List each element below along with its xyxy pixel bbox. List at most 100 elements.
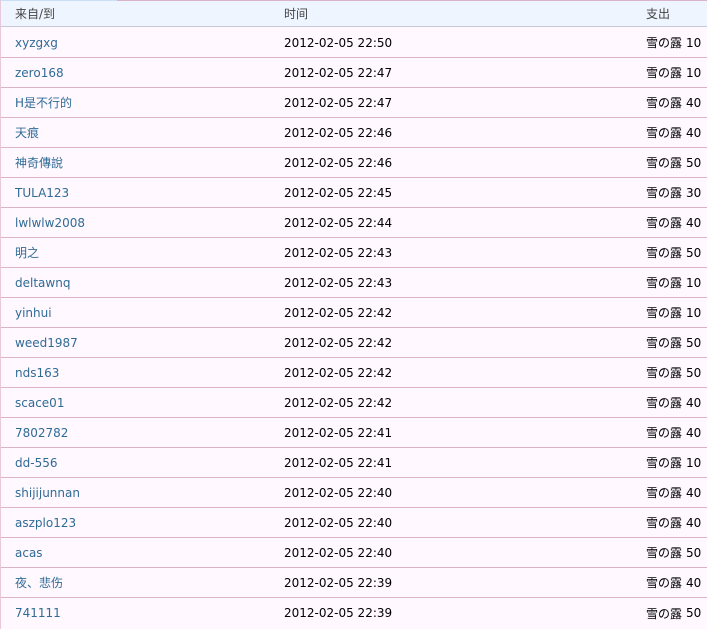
table-row: TULA123 2012-02-05 22:45 雪の露 30 (1, 178, 707, 208)
row-from[interactable]: aszplo123 (15, 508, 76, 537)
table-row: aszplo123 2012-02-05 22:40 雪の露 40 (1, 508, 707, 538)
row-from[interactable]: weed1987 (15, 328, 78, 357)
user-link[interactable]: acas (15, 546, 43, 560)
row-from[interactable]: 明之 (15, 238, 39, 267)
table-row: deltawnq 2012-02-05 22:43 雪の露 10 (1, 268, 707, 298)
row-time: 2012-02-05 22:47 (284, 95, 393, 110)
user-link[interactable]: 夜、悲伤 (15, 574, 63, 591)
row-from[interactable]: TULA123 (15, 178, 69, 207)
row-time: 2012-02-05 22:39 (284, 606, 393, 620)
row-time: 2012-02-05 22:46 (284, 125, 393, 140)
user-link[interactable]: yinhui (15, 306, 52, 320)
row-out: 雪の露 10 (646, 455, 702, 471)
user-link[interactable]: TULA123 (15, 186, 69, 200)
table-header: 来自/到 时间 支出 (1, 1, 707, 27)
table-row: 明之 2012-02-05 22:43 雪の露 50 (1, 238, 707, 268)
row-from[interactable]: 天痕 (15, 118, 39, 147)
row-time: 2012-02-05 22:44 (284, 215, 393, 230)
row-out: 雪の露 50 (646, 245, 702, 261)
user-link[interactable]: scace01 (15, 396, 64, 410)
transaction-list: 来自/到 时间 支出 xyzgxg 2012-02-05 22:50 雪の露 10… (0, 0, 707, 629)
user-link[interactable]: zero168 (15, 66, 64, 80)
table-row: yinhui 2012-02-05 22:42 雪の露 10 (1, 298, 707, 328)
row-time: 2012-02-05 22:43 (284, 275, 393, 290)
row-from[interactable]: xyzgxg (15, 28, 58, 57)
row-from[interactable]: scace01 (15, 388, 64, 417)
row-from[interactable]: 夜、悲伤 (15, 568, 63, 597)
row-time: 2012-02-05 22:41 (284, 425, 393, 440)
header-from: 来自/到 (15, 7, 56, 21)
row-from[interactable]: zero168 (15, 58, 64, 87)
user-link[interactable]: 7802782 (15, 426, 68, 440)
header-time: 时间 (284, 7, 309, 21)
row-out: 雪の露 40 (646, 485, 702, 501)
row-out: 雪の露 40 (646, 425, 702, 441)
table-row: weed1987 2012-02-05 22:42 雪の露 50 (1, 328, 707, 358)
row-time: 2012-02-05 22:42 (284, 395, 393, 410)
table-row: 神奇傳說 2012-02-05 22:46 雪の露 50 (1, 148, 707, 178)
row-out: 雪の露 10 (646, 275, 702, 291)
table-row: nds163 2012-02-05 22:42 雪の露 50 (1, 358, 707, 388)
row-time: 2012-02-05 22:46 (284, 155, 393, 170)
row-out: 雪の露 40 (646, 125, 702, 141)
table-row: 7802782 2012-02-05 22:41 雪の露 40 (1, 418, 707, 448)
table-row: shijijunnan 2012-02-05 22:40 雪の露 40 (1, 478, 707, 508)
user-link[interactable]: 神奇傳說 (15, 154, 63, 171)
row-from[interactable]: 7802782 (15, 418, 68, 447)
row-from[interactable]: shijijunnan (15, 478, 80, 507)
row-out: 雪の露 50 (646, 155, 702, 171)
table-row: 741111 2012-02-05 22:39 雪の露 50 (1, 598, 707, 628)
row-from[interactable]: yinhui (15, 298, 52, 327)
row-out: 雪の露 10 (646, 305, 702, 321)
user-link[interactable]: dd-556 (15, 456, 57, 470)
row-time: 2012-02-05 22:42 (284, 335, 393, 350)
user-link[interactable]: 明之 (15, 244, 39, 261)
table-row: H是不行的 2012-02-05 22:47 雪の露 40 (1, 88, 707, 118)
user-link[interactable]: 741111 (15, 606, 61, 620)
row-time: 2012-02-05 22:42 (284, 305, 393, 320)
row-time: 2012-02-05 22:41 (284, 455, 393, 470)
row-time: 2012-02-05 22:43 (284, 245, 393, 260)
row-from[interactable]: 741111 (15, 598, 61, 628)
row-out: 雪の露 40 (646, 215, 702, 231)
table-row: zero168 2012-02-05 22:47 雪の露 10 (1, 58, 707, 88)
row-from[interactable]: dd-556 (15, 448, 57, 477)
row-from[interactable]: acas (15, 538, 43, 567)
row-out: 雪の露 30 (646, 185, 702, 201)
row-from[interactable]: nds163 (15, 358, 59, 387)
row-out: 雪の露 40 (646, 575, 702, 591)
user-link[interactable]: weed1987 (15, 336, 78, 350)
table-row: lwlwlw2008 2012-02-05 22:44 雪の露 40 (1, 208, 707, 238)
row-out: 雪の露 50 (646, 545, 702, 561)
row-from[interactable]: lwlwlw2008 (15, 208, 85, 237)
user-link[interactable]: 天痕 (15, 124, 39, 141)
row-time: 2012-02-05 22:42 (284, 365, 393, 380)
row-out: 雪の露 50 (646, 335, 702, 351)
user-link[interactable]: aszplo123 (15, 516, 76, 530)
row-time: 2012-02-05 22:50 (284, 35, 393, 50)
row-time: 2012-02-05 22:47 (284, 65, 393, 80)
table-row: scace01 2012-02-05 22:42 雪の露 40 (1, 388, 707, 418)
user-link[interactable]: nds163 (15, 366, 59, 380)
row-out: 雪の露 10 (646, 35, 702, 51)
table-body: xyzgxg 2012-02-05 22:50 雪の露 10 zero168 20… (1, 28, 707, 628)
row-out: 雪の露 50 (646, 365, 702, 381)
user-link[interactable]: deltawnq (15, 276, 70, 290)
row-from[interactable]: 神奇傳說 (15, 148, 63, 177)
user-link[interactable]: shijijunnan (15, 486, 80, 500)
table-row: xyzgxg 2012-02-05 22:50 雪の露 10 (1, 28, 707, 58)
row-out: 雪の露 40 (646, 95, 702, 111)
user-link[interactable]: lwlwlw2008 (15, 216, 85, 230)
row-time: 2012-02-05 22:40 (284, 515, 393, 530)
user-link[interactable]: xyzgxg (15, 36, 58, 50)
row-from[interactable]: H是不行的 (15, 88, 72, 117)
row-from[interactable]: deltawnq (15, 268, 70, 297)
table-row: dd-556 2012-02-05 22:41 雪の露 10 (1, 448, 707, 478)
user-link[interactable]: H是不行的 (15, 94, 72, 111)
header-out: 支出 (646, 7, 671, 21)
row-out: 雪の露 40 (646, 515, 702, 531)
table-row: 天痕 2012-02-05 22:46 雪の露 40 (1, 118, 707, 148)
row-time: 2012-02-05 22:45 (284, 185, 393, 200)
row-time: 2012-02-05 22:40 (284, 485, 393, 500)
row-out: 雪の露 10 (646, 65, 702, 81)
